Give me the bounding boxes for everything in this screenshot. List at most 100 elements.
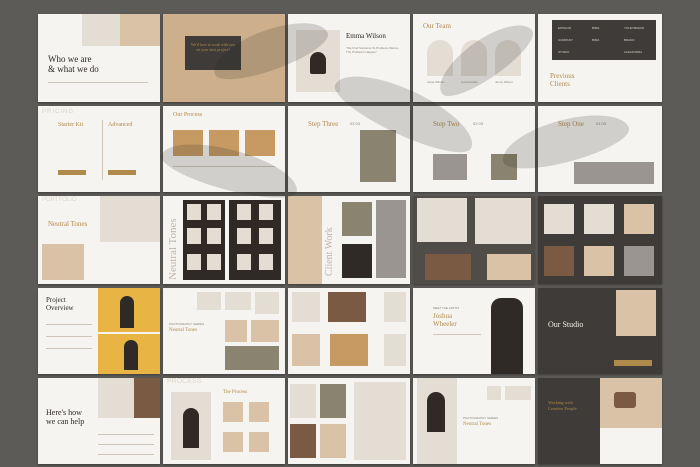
photo-placeholder (624, 204, 654, 234)
slide-title: The Process (223, 390, 247, 395)
photo-placeholder (330, 334, 368, 366)
slide-pricing[interactable]: PRICING Starter Kit Advanced (38, 106, 160, 192)
photo-placeholder (259, 254, 273, 270)
plan-title: Starter Kit (58, 122, 83, 128)
client-logo: ALEXANDRA (624, 50, 642, 54)
plan-title: Advanced (108, 122, 132, 128)
photo-placeholder (320, 384, 346, 418)
slide-how-we-help[interactable]: Here's how we can help (38, 378, 160, 464)
slide-title: Working with Creative People (548, 400, 577, 411)
photo-placeholder (42, 244, 84, 280)
slide-title: Here's how we can help (46, 408, 84, 426)
slide-quote[interactable]: We'd love to work with you on your next … (163, 14, 285, 102)
person-silhouette (124, 340, 138, 370)
slide-the-process[interactable]: PROCESS The Process (163, 378, 285, 464)
photo-placeholder (292, 334, 320, 366)
slide-neutral-tones-c[interactable]: PHOTOGRAPHY SERIES Neutral Tones (163, 288, 285, 374)
side-label: PORTFOLIO (42, 198, 77, 202)
photo-placeholder (225, 292, 251, 310)
slide-title: Step Three (308, 120, 338, 128)
divider (98, 454, 154, 455)
slide-collage[interactable] (288, 288, 410, 374)
slide-joshua-wheeler[interactable]: MEET THE ARTIST Joshua Wheeler (413, 288, 535, 374)
slide-emma-wilson[interactable]: Emma Wilson "We Find Solutions To Proble… (288, 14, 410, 102)
title-line: & what we do (48, 64, 99, 74)
photo-placeholder (290, 384, 316, 418)
photo-placeholder (320, 424, 346, 458)
photo-placeholder (207, 254, 221, 270)
slide-step-two[interactable]: Step Two 02 03 (413, 106, 535, 192)
team-member-name: Jenny Wilson (495, 80, 513, 84)
slide-dark-grid[interactable] (538, 196, 662, 284)
process-photo (209, 130, 239, 156)
side-label: PRICING (42, 110, 74, 114)
divider (173, 166, 275, 167)
client-logo: BIMA (592, 38, 599, 42)
photo-placeholder (417, 198, 467, 242)
photo-placeholder (487, 254, 531, 280)
quote-text: We'd love to work with you on your next … (189, 42, 237, 52)
photo-placeholder (187, 228, 201, 244)
slide-title: Neutral Tones (48, 220, 87, 228)
photo-placeholder (187, 204, 201, 220)
slide-our-team[interactable]: Our Team Ivana Wilson Luca Franks Jenny … (413, 14, 535, 102)
photo-placeholder (584, 204, 614, 234)
person-silhouette (427, 392, 445, 432)
photo-placeholder (384, 334, 406, 366)
photo-placeholder (134, 378, 160, 418)
title-line: Previous (550, 72, 575, 80)
quote-box: We'd love to work with you on your next … (185, 36, 241, 70)
team-member-name: Ivana Wilson (427, 80, 444, 84)
slide-our-studio[interactable]: Our Studio (538, 288, 662, 374)
client-logo: YOUR BRAND (624, 26, 644, 30)
slide-step-three[interactable]: Step Three 03 03 (288, 106, 410, 192)
name-line: Wheeler (433, 320, 457, 328)
step-photo (360, 130, 396, 182)
team-photo (495, 40, 521, 76)
slide-project-overview[interactable]: Project Overview (38, 288, 160, 374)
slide-neutral-tones-b[interactable]: Neutral Tones (163, 196, 285, 284)
photo-placeholder (342, 244, 372, 278)
slide-working-creative[interactable]: Working with Creative People (538, 378, 662, 464)
photo-placeholder (187, 254, 201, 270)
person-name: Emma Wilson (346, 32, 386, 40)
client-logo: EPSILON (558, 26, 571, 30)
photo-placeholder (237, 254, 251, 270)
title-line: Creative People (548, 406, 577, 412)
photo-placeholder (197, 292, 221, 310)
photo-placeholder (292, 292, 320, 322)
photo-placeholder (475, 198, 531, 244)
slide-previous-clients[interactable]: EPSILON BIMA YOUR BRAND COMPANY BIMA BRA… (538, 14, 662, 102)
photo-placeholder (342, 202, 372, 236)
photo-placeholder (223, 432, 243, 452)
person-quote: "We Find Solutions To Problems Before Th… (346, 46, 404, 54)
slide-who-we-are[interactable]: Who we are & what we do (38, 14, 160, 102)
dark-panel: Working with Creative People (538, 378, 600, 464)
photo-placeholder (487, 386, 501, 400)
slide-neutral-tones-d[interactable]: PHOTOGRAPHY SERIES Neutral Tones (413, 378, 535, 464)
photo-placeholder (354, 382, 406, 460)
slide-our-process[interactable]: Our Process (163, 106, 285, 192)
title-line: we can help (46, 417, 84, 426)
photo-placeholder (255, 292, 279, 314)
slide-neutral-tones-a[interactable]: PORTFOLIO Neutral Tones (38, 196, 160, 284)
side-label: Client Work (324, 227, 335, 276)
photo-placeholder (328, 292, 366, 322)
slide-step-one[interactable]: Step One 01 03 (538, 106, 662, 192)
person-silhouette (310, 52, 326, 74)
step-number: 02 03 (473, 122, 483, 126)
divider (46, 348, 92, 349)
slide-still-life[interactable] (288, 378, 410, 464)
slide-client-work[interactable]: Client Work (288, 196, 410, 284)
divider (46, 324, 92, 325)
slide-title: Our Team (423, 22, 451, 30)
photo-placeholder (223, 402, 243, 422)
photo-placeholder (249, 402, 269, 422)
step-photo (574, 162, 654, 184)
photo-placeholder (259, 204, 273, 220)
photo-placeholder (544, 204, 574, 234)
name-line: Joshua (433, 312, 457, 320)
slide-title: Our Process (173, 112, 202, 118)
slide-portraits-grid[interactable] (413, 196, 535, 284)
photo-placeholder (288, 196, 322, 284)
